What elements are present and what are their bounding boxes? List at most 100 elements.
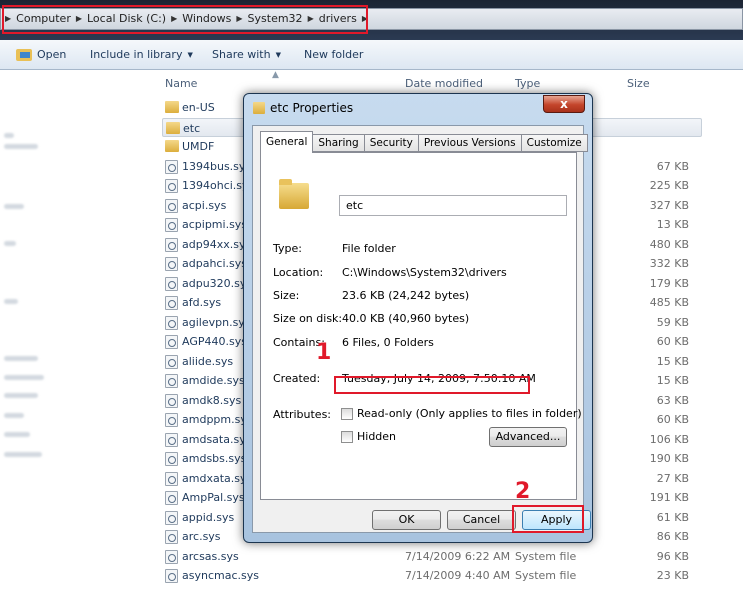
column-header-size[interactable]: Size [627, 77, 650, 99]
nav-item[interactable] [4, 413, 24, 418]
file-name: aliide.sys [182, 354, 234, 368]
file-name: arc.sys [182, 530, 221, 543]
share-with-button[interactable]: Share with ▼ [212, 48, 281, 61]
readonly-highlight-box [334, 376, 530, 394]
file-size: 332 KB [649, 257, 689, 270]
tab-sharing[interactable]: Sharing [313, 134, 365, 152]
file-name: acpipmi.sys [182, 218, 248, 231]
nav-item[interactable] [4, 432, 30, 437]
system-file-icon [165, 471, 178, 486]
column-header-name[interactable]: Name [165, 77, 197, 99]
nav-item[interactable] [4, 204, 24, 209]
file-name: AGP440.sys [182, 335, 247, 348]
hidden-label: Hidden [357, 430, 397, 443]
chevron-down-icon: ▼ [275, 50, 281, 59]
tab-strip: General Sharing Security Previous Versio… [260, 131, 588, 153]
location-value: C:\Windows\System32\drivers [342, 266, 507, 279]
folder-icon [165, 101, 179, 113]
tab-security[interactable]: Security [364, 134, 419, 152]
new-folder-button[interactable]: New folder [304, 48, 363, 61]
system-file-icon [165, 569, 178, 583]
properties-dialog: etc Properties x General Sharing Securit… [243, 93, 593, 543]
nav-item[interactable] [4, 241, 16, 246]
file-size: 190 KB [649, 452, 689, 465]
type-value: File folder [342, 242, 396, 255]
readonly-row[interactable]: Read-only (Only applies to files in fold… [341, 407, 582, 420]
file-size: 86 KB [656, 530, 689, 543]
cancel-button[interactable]: Cancel [447, 510, 516, 530]
readonly-label: Read-only (Only applies to files in fold… [357, 407, 582, 420]
file-name: adpu320.sys [182, 276, 253, 290]
file-size: 480 KB [649, 237, 689, 251]
system-file-icon [165, 393, 178, 408]
nav-item[interactable] [4, 452, 42, 457]
file-date: 7/14/2009 6:22 AM [405, 549, 511, 563]
file-name: afd.sys [182, 296, 222, 309]
system-file-icon [165, 315, 178, 330]
attributes-label: Attributes: [273, 408, 332, 421]
file-name: agilevpn.sys [182, 315, 251, 329]
tab-previous-versions[interactable]: Previous Versions [418, 134, 522, 152]
file-type: System file [515, 569, 577, 582]
dialog-title: etc Properties [270, 101, 354, 115]
include-in-library-label: Include in library [90, 48, 183, 61]
file-row[interactable]: asyncmac.sys 7/14/2009 4:40 AM System file… [162, 566, 702, 586]
open-button[interactable]: Open [16, 48, 66, 61]
file-size: 60 KB [656, 335, 689, 348]
created-label: Created: [273, 372, 321, 385]
system-file-icon [165, 198, 178, 213]
step-2-marker: 2 [515, 479, 531, 504]
system-file-icon [165, 549, 178, 564]
file-name: en-US [182, 101, 215, 114]
tab-customize[interactable]: Customize [521, 134, 588, 152]
include-in-library-button[interactable]: Include in library ▼ [90, 48, 193, 61]
contains-value: 6 Files, 0 Folders [342, 336, 434, 349]
system-file-icon [165, 218, 178, 232]
new-folder-label: New folder [304, 48, 364, 61]
file-size: 63 KB [656, 393, 689, 407]
address-highlight-box [2, 5, 368, 34]
nav-item[interactable] [4, 375, 44, 380]
hidden-row[interactable]: Hidden [341, 430, 396, 443]
folder-name-input[interactable]: etc [339, 195, 567, 216]
file-size: 61 KB [656, 510, 689, 524]
dialog-client: General Sharing Security Previous Versio… [252, 125, 591, 533]
ok-button[interactable]: OK [372, 510, 441, 530]
location-label: Location: [273, 266, 324, 279]
file-row[interactable]: arcsas.sys 7/14/2009 6:22 AM System file 96… [162, 547, 702, 567]
nav-item[interactable] [4, 144, 38, 149]
file-size: 96 KB [656, 549, 689, 563]
tab-general[interactable]: General [260, 131, 314, 153]
system-file-icon [165, 432, 178, 447]
open-button-label: Open [37, 48, 67, 61]
system-file-icon [165, 257, 178, 271]
system-file-icon [165, 179, 178, 193]
system-file-icon [165, 530, 178, 544]
hidden-checkbox[interactable] [341, 430, 353, 443]
nav-item[interactable] [4, 299, 18, 304]
file-size: 106 KB [649, 432, 689, 446]
file-name: UMDF [182, 140, 215, 153]
size-value: 23.6 KB (24,242 bytes) [342, 289, 470, 302]
system-file-icon [165, 276, 178, 291]
readonly-checkbox[interactable] [341, 407, 353, 420]
system-file-icon [165, 296, 178, 310]
file-size: 225 KB [649, 179, 689, 192]
file-name: amdide.sys [182, 374, 245, 387]
sort-up-icon: ▲ [272, 70, 279, 80]
close-button[interactable]: x [543, 95, 585, 113]
system-file-icon [165, 374, 178, 388]
file-name: adpahci.sys [182, 257, 247, 270]
file-size: 15 KB [656, 374, 689, 387]
nav-item[interactable] [4, 356, 38, 361]
file-size: 13 KB [656, 218, 689, 231]
apply-highlight-box [512, 505, 584, 533]
file-size: 60 KB [656, 413, 689, 426]
nav-item[interactable] [4, 393, 38, 398]
size-on-disk-value: 40.0 KB (40,960 bytes) [342, 312, 470, 325]
nav-item[interactable] [4, 133, 14, 138]
file-name: amdxata.sys [182, 471, 253, 485]
file-size: 179 KB [649, 276, 689, 290]
size-label: Size: [273, 289, 300, 302]
advanced-button[interactable]: Advanced... [489, 427, 567, 447]
